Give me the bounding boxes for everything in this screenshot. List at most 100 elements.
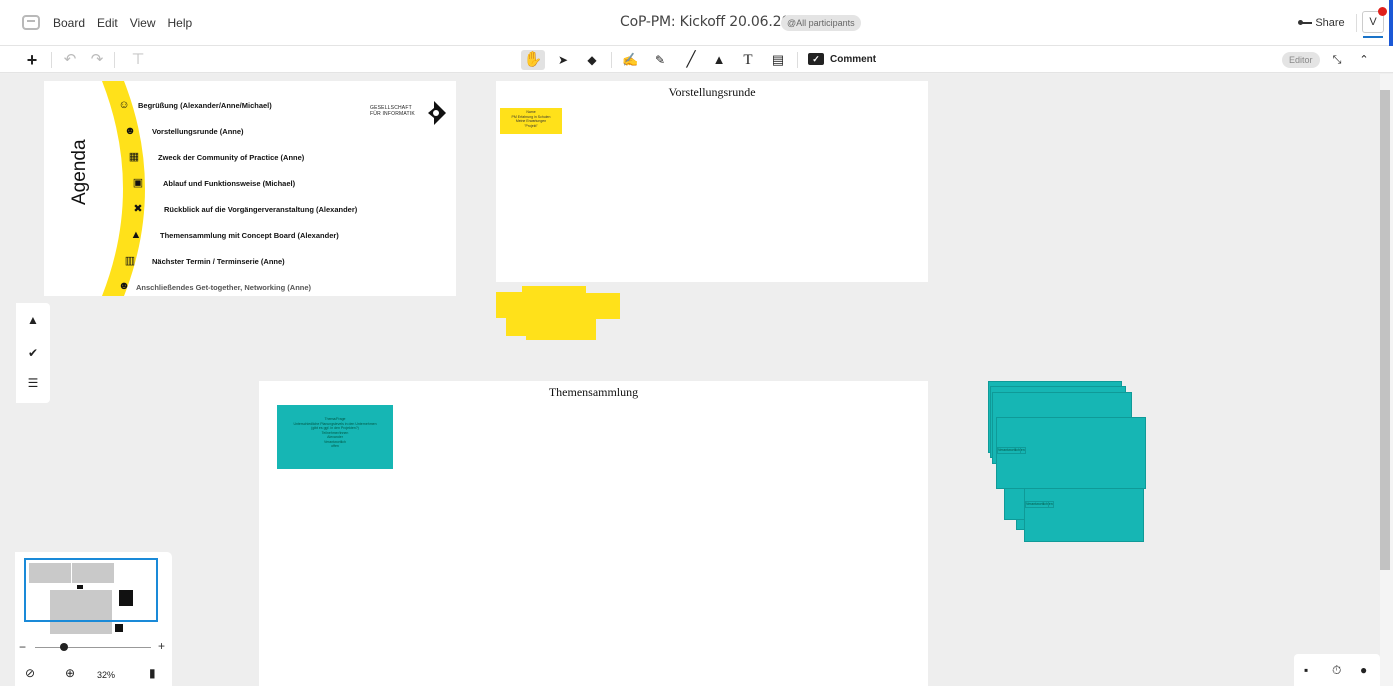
agenda-item: Rückblick auf die Vorgängerveranstaltung… — [164, 205, 358, 214]
agenda-item: Zweck der Community of Practice (Anne) — [158, 153, 305, 162]
marker-icon[interactable]: ✎ — [652, 50, 668, 70]
divider — [797, 52, 798, 68]
expand-icon[interactable]: ⤡ — [1330, 50, 1344, 70]
editor-badge[interactable]: Editor — [1282, 52, 1320, 68]
zoom-in-icon[interactable]: + — [158, 639, 165, 653]
menu-view[interactable]: View — [130, 16, 156, 30]
chat-icon[interactable]: ● — [1360, 663, 1367, 677]
agenda-frame[interactable]: Agenda ☺ Begrüßung (Alexander/Anne/Micha… — [44, 81, 456, 296]
eraser-icon[interactable]: ◆ — [584, 50, 600, 70]
add-icon[interactable]: + — [24, 50, 40, 70]
scrollbar-thumb[interactable] — [1380, 90, 1390, 570]
divider — [51, 52, 52, 68]
comment-icon: ✓ — [808, 53, 824, 66]
agenda-arc — [102, 81, 145, 296]
pen-icon[interactable]: ✍ — [622, 50, 638, 70]
sticky-note[interactable]: Thema/Frage Teilnehmer/innen Verantwortl… — [1024, 488, 1144, 542]
minimap-panel: − + ⊘ ⊕ 32% ▮ — [15, 552, 172, 686]
pointer-icon[interactable]: ➤ — [555, 50, 571, 70]
sticky-note-stack[interactable] — [496, 286, 622, 342]
bell-icon[interactable]: ▲ — [26, 313, 40, 327]
notification-dot — [1378, 7, 1387, 16]
agenda-heading: Agenda — [69, 139, 90, 205]
gi-line: FÜR INFORMATIK — [370, 111, 415, 117]
shapes-icon[interactable]: ▲ — [711, 50, 727, 70]
list-icon[interactable]: ☰ — [26, 376, 40, 390]
board-title[interactable]: CoP-PM: Kickoff 20.06.2023 — [620, 14, 808, 30]
agenda-item: Anschließendes Get-together, Networking … — [136, 283, 312, 292]
text-icon[interactable]: T — [740, 50, 756, 70]
bottom-right-toolbar: ▪ ⏱ ● — [1294, 654, 1380, 686]
sticky-note[interactable]: Thema/Frage Unterschiedliche Planungslev… — [277, 405, 393, 469]
zoom-level[interactable]: 32% — [97, 670, 115, 680]
line-icon[interactable]: ╱ — [683, 50, 699, 70]
timer-icon[interactable]: ⏱ — [1332, 663, 1341, 678]
board-canvas[interactable]: Agenda ☺ Begrüßung (Alexander/Anne/Micha… — [0, 74, 1380, 686]
participants-badge[interactable]: @All participants — [781, 15, 861, 31]
frame-title: Vorstellungsrunde — [668, 85, 756, 99]
avatar-initial: V — [1369, 16, 1377, 28]
agenda-item: Themensammlung mit Concept Board (Alexan… — [160, 231, 339, 240]
sticky-note[interactable]: Thema/Frage Teilnehmer/innen Verantwortl… — [996, 417, 1146, 489]
check-icon[interactable]: ✔ — [26, 346, 40, 360]
menu-board[interactable]: Board — [53, 16, 85, 30]
agenda-item: Nächster Termin / Terminserie (Anne) — [152, 257, 285, 266]
main-menu: Board Edit View Help — [53, 16, 192, 30]
format-painter-icon[interactable]: ⊤ — [130, 50, 146, 70]
puzzle-icon: ✖ — [133, 203, 143, 215]
note-line: Verantwortlich — [997, 447, 1021, 454]
network-icon: ☻ — [118, 280, 130, 292]
minimap-viewport[interactable] — [24, 558, 158, 622]
hand-icon[interactable]: ✋ — [521, 50, 545, 70]
mouse-icon[interactable]: ▮ — [149, 666, 156, 680]
comment-button[interactable]: ✓ Comment — [808, 50, 876, 70]
road-icon: ▲ — [130, 229, 142, 241]
agenda-item: Vorstellungsrunde (Anne) — [152, 127, 244, 136]
presenter-icon[interactable]: ▪ — [1304, 663, 1308, 677]
side-toolbar: ▲ ✔ ☰ — [16, 303, 50, 403]
zoom-slider[interactable]: − + — [15, 639, 172, 654]
redo-icon[interactable]: ↷ — [89, 50, 105, 70]
vorstellungsrunde-frame[interactable]: Vorstellungsrunde Name PM Erfahrung in S… — [496, 81, 928, 282]
presentation-icon: ▣ — [132, 177, 144, 189]
menu-help[interactable]: Help — [168, 16, 193, 30]
people-icon: ☺ — [118, 99, 130, 111]
gi-logo-icon — [428, 101, 446, 125]
undo-icon[interactable]: ↶ — [62, 50, 78, 70]
themensammlung-frame[interactable]: Themensammlung Thema/Frage Unterschiedli… — [259, 381, 928, 686]
sticky-note-icon[interactable]: ▤ — [770, 50, 786, 70]
divider — [114, 52, 115, 68]
board-icon: ▦ — [128, 151, 140, 163]
vertical-scrollbar[interactable] — [1380, 74, 1393, 686]
sticky-note[interactable] — [526, 314, 596, 340]
minimap-controls: ⊘ ⊕ 32% ▮ — [15, 664, 172, 684]
zoom-out-icon[interactable]: − — [19, 640, 26, 654]
avatar-underline — [1363, 36, 1383, 38]
toolbar: + ↶ ↷ ⊤ ✋ ➤ ◆ ✍ ✎ ╱ ▲ T ▤ ✓ Comment Edito… — [0, 46, 1393, 73]
note-line: offen — [331, 444, 339, 448]
sticky-note[interactable]: Name PM Erfahrung in Schulen Meine Erwar… — [500, 108, 562, 134]
share-button[interactable]: Share — [1294, 11, 1352, 35]
note-line: "Projekt" — [524, 123, 538, 128]
minimap[interactable] — [24, 558, 158, 644]
note-line: Verantwortlich — [1025, 501, 1049, 508]
board-logo-icon[interactable] — [22, 15, 40, 30]
divider — [611, 52, 612, 68]
zoom-track[interactable] — [35, 647, 151, 648]
calendar-icon: ▥ — [124, 255, 136, 267]
minimap-block — [115, 624, 123, 632]
comment-label: Comment — [830, 54, 877, 65]
zoom-handle[interactable] — [60, 643, 68, 651]
frame-title: Themensammlung — [548, 385, 639, 399]
collapse-icon[interactable]: ⌃ — [1357, 50, 1371, 70]
compass-icon[interactable]: ⊘ — [25, 666, 35, 680]
agenda-item: Begrüßung (Alexander/Anne/Michael) — [138, 101, 272, 110]
avatar[interactable]: V — [1362, 7, 1387, 38]
gi-wordmark: GESELLSCHAFT FÜR INFORMATIK — [370, 105, 415, 117]
share-label: Share — [1315, 17, 1345, 29]
group-icon: ☻ — [124, 125, 136, 137]
zoom-icon[interactable]: ⊕ — [65, 666, 75, 680]
key-icon — [1298, 20, 1313, 26]
top-bar: Board Edit View Help CoP-PM: Kickoff 20.… — [0, 0, 1393, 58]
menu-edit[interactable]: Edit — [97, 16, 118, 30]
